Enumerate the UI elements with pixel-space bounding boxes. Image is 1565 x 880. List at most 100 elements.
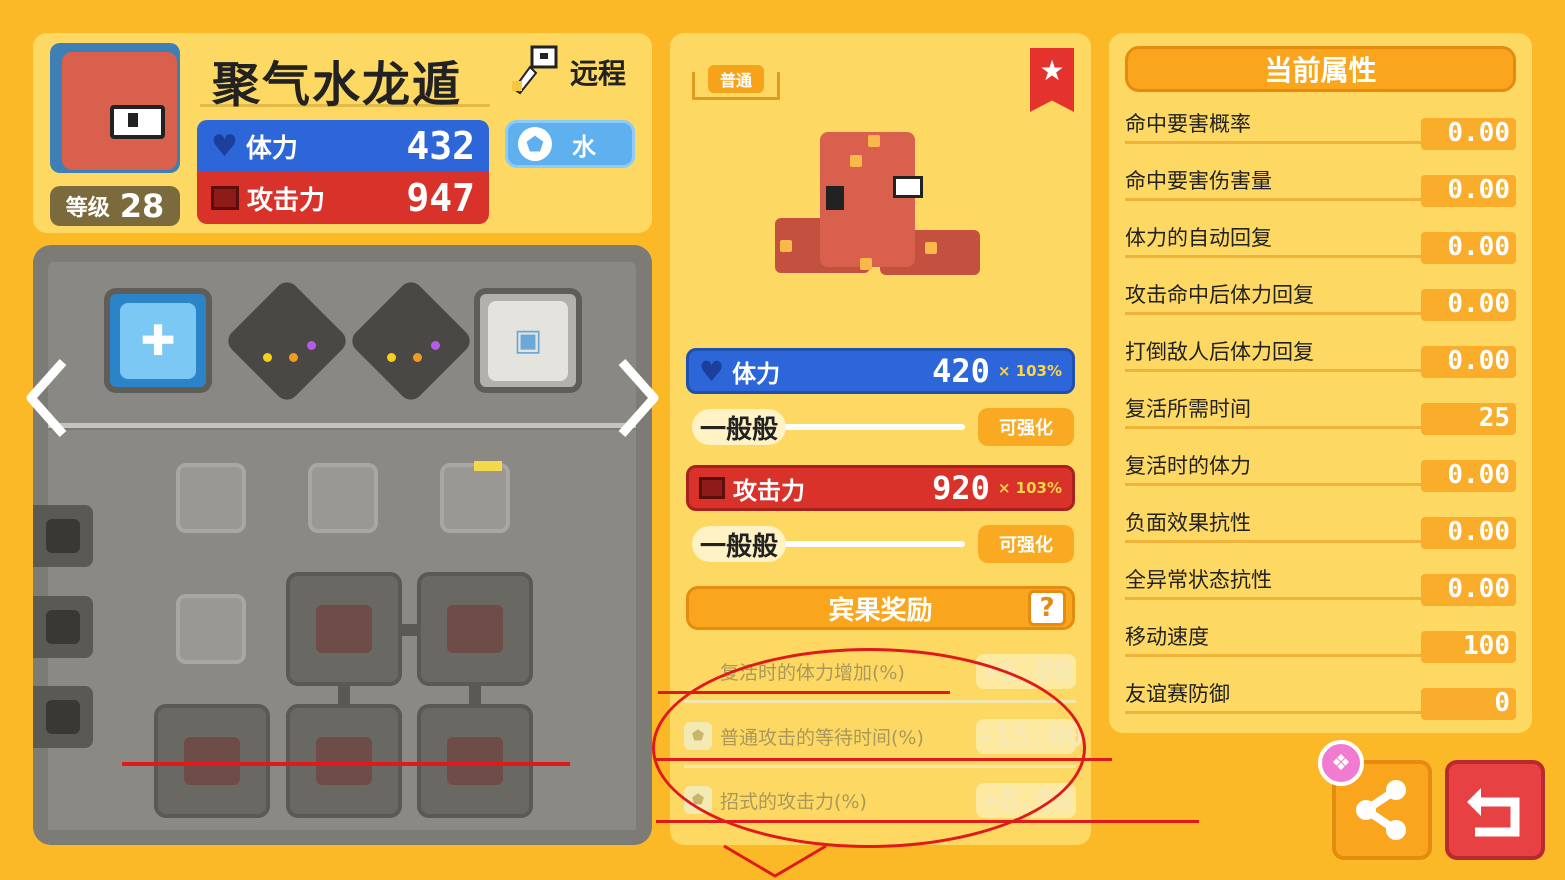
empty-stone-slot[interactable] [176, 594, 246, 664]
attribute-value: 25 [1421, 403, 1516, 435]
detail-hp-label: 体力 [732, 359, 781, 388]
attribute-row: 移动速度 100 [1125, 621, 1516, 663]
locked-stone-slot[interactable] [286, 704, 402, 818]
attribute-underline [1125, 483, 1425, 486]
yellow-gem-icon [387, 353, 396, 362]
attributes-title: 当前属性 [1125, 46, 1516, 92]
pentagon-tab-icon [46, 610, 80, 644]
share-icon [1356, 780, 1406, 840]
detail-hp-bar: ♥ 体力 420 × 103% [686, 348, 1075, 394]
attribute-name: 打倒敌人后体力回复 [1125, 340, 1314, 364]
help-icon[interactable]: ? [1028, 590, 1066, 626]
range-label: 远程 [570, 57, 627, 90]
side-tab-pentagon[interactable] [33, 596, 93, 658]
empty-stone-slot[interactable] [440, 463, 510, 533]
attribute-underline [1125, 597, 1425, 600]
purple-gem-icon [431, 341, 440, 350]
board-divider [48, 423, 636, 428]
detail-attack-multiplier: × 103% [997, 479, 1062, 497]
annotation-arrow [723, 844, 827, 878]
bingo-bonus-button[interactable]: 宾果奖励 [686, 586, 1075, 630]
heart-icon: ♥ [211, 128, 238, 164]
attribute-underline [1125, 426, 1425, 429]
type-label: 水 [572, 132, 596, 161]
side-tab-pentagon-2[interactable] [33, 686, 93, 748]
attack-enhance-button[interactable]: 可强化 [978, 525, 1074, 563]
detail-attack-bar: 攻击力 920 × 103% [686, 465, 1075, 511]
attribute-value: 100 [1421, 631, 1516, 663]
attribute-value: 0.00 [1421, 346, 1516, 378]
attribute-row: 体力的自动回复 0.00 [1125, 222, 1516, 264]
attack-value: 947 [406, 176, 475, 220]
pokemon-model-mouth [826, 186, 844, 210]
attribute-name: 复活时的体力 [1125, 454, 1251, 478]
attribute-name: 负面效果抗性 [1125, 511, 1251, 535]
prev-arrow-button[interactable] [25, 358, 67, 442]
hp-grade-label: 一般般 [692, 409, 787, 445]
locked-stone-slot[interactable] [417, 704, 533, 818]
pokemon-model-spot [860, 258, 872, 270]
locked-stone-slot[interactable] [417, 572, 533, 686]
locked-stone-slot[interactable] [286, 572, 402, 686]
heart-icon: ♥ [699, 354, 725, 388]
attribute-row: 攻击命中后体力回复 0.00 [1125, 279, 1516, 321]
attribute-name: 复活所需时间 [1125, 397, 1251, 421]
stone-slot-diamond-2[interactable] [347, 277, 475, 405]
attribute-name: 全异常状态抗性 [1125, 568, 1272, 592]
locked-stone-icon [316, 605, 372, 653]
move-slot-2[interactable]: ▣ [474, 288, 582, 393]
attribute-name: 命中要害伤害量 [1125, 169, 1272, 193]
pokemon-avatar-pupil [128, 113, 138, 127]
pokemon-model-eye [893, 176, 923, 198]
attribute-row: 复活所需时间 25 [1125, 393, 1516, 435]
attribute-underline [1125, 141, 1425, 144]
attribute-underline [1125, 711, 1425, 714]
orange-gem-icon [413, 353, 422, 362]
attribute-value: 0.00 [1421, 175, 1516, 207]
attribute-row: 命中要害伤害量 0.00 [1125, 165, 1516, 207]
attribute-row: 打倒敌人后体力回复 0.00 [1125, 336, 1516, 378]
stone-tab-icon [46, 519, 80, 553]
locked-stone-slot[interactable] [154, 704, 270, 818]
attribute-row: 复活时的体力 0.00 [1125, 450, 1516, 492]
attribute-row: 友谊赛防御 0 [1125, 678, 1516, 720]
attack-label: 攻击力 [247, 185, 326, 216]
move-slot-selected[interactable]: ✚ [104, 288, 212, 393]
yellow-gem-icon [263, 353, 272, 362]
back-button[interactable] [1445, 760, 1545, 860]
empty-stone-slot[interactable] [308, 463, 378, 533]
annotation-underline [122, 762, 570, 766]
hp-value: 432 [406, 124, 475, 168]
next-arrow-button[interactable] [618, 358, 660, 442]
attack-grade-track [780, 541, 965, 547]
type-badge: ⬟ 水 [505, 120, 635, 168]
attribute-underline [1125, 540, 1425, 543]
attribute-value: 0.00 [1421, 118, 1516, 150]
attribute-value: 0 [1421, 688, 1516, 720]
attribute-row: 负面效果抗性 0.00 [1125, 507, 1516, 549]
chevron-right-icon [618, 359, 659, 437]
purple-gem-icon [307, 341, 316, 350]
attribute-name: 体力的自动回复 [1125, 226, 1272, 250]
stone-slot-diamond-1[interactable] [223, 277, 351, 405]
attack-icon [211, 186, 239, 210]
hp-enhance-button[interactable]: 可强化 [978, 408, 1074, 446]
pokemon-name: 聚气水龙遁 [200, 45, 490, 113]
slot-connector [400, 624, 420, 636]
attack-icon [699, 477, 725, 499]
attribute-name: 命中要害概率 [1125, 112, 1251, 136]
locked-stone-icon [184, 737, 240, 785]
attribute-underline [1125, 369, 1425, 372]
attribute-value: 0.00 [1421, 574, 1516, 606]
move-robot-icon: ▣ [488, 300, 568, 381]
empty-stone-slot[interactable] [176, 463, 246, 533]
pokemon-model-spot [868, 135, 880, 147]
detail-hp-multiplier: × 103% [997, 362, 1062, 380]
slot-marker-icon [474, 461, 502, 471]
level-label: 等级 [65, 196, 110, 221]
water-type-icon: ⬟ [518, 127, 552, 161]
side-tab-stones[interactable] [33, 505, 93, 567]
gift-icon[interactable]: ❖ [1318, 740, 1364, 786]
locked-stone-icon [447, 737, 503, 785]
rarity-badge: 普通 [708, 65, 764, 93]
